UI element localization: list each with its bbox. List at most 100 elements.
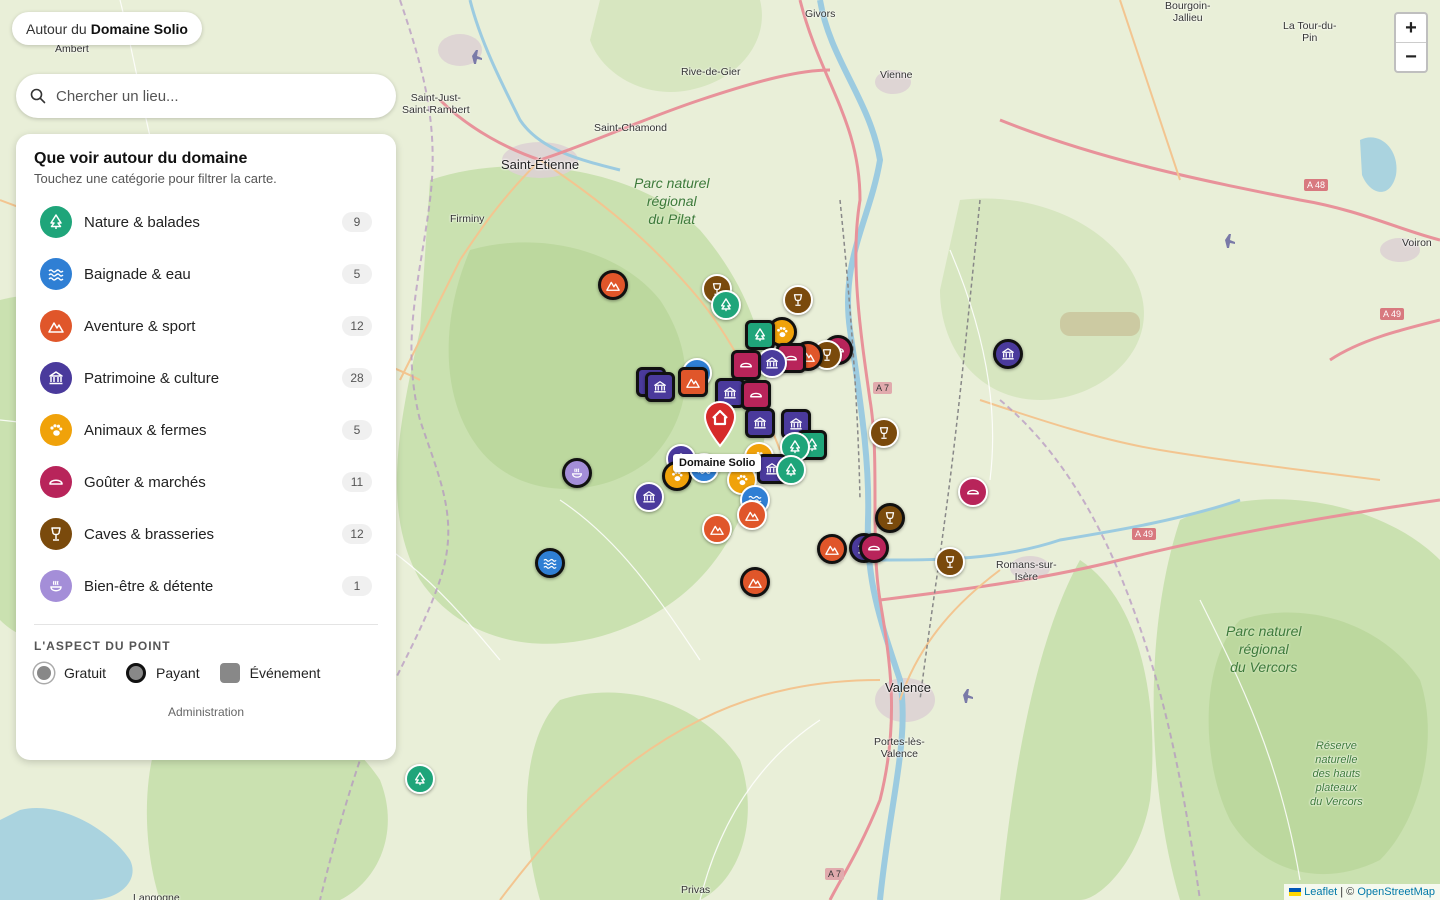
category-museum[interactable]: Patrimoine & culture 28 xyxy=(34,352,378,404)
poi-marker-mountain[interactable] xyxy=(736,499,767,530)
poi-marker-tree[interactable] xyxy=(745,319,776,350)
osm-link[interactable]: OpenStreetMap xyxy=(1357,886,1435,898)
glass-icon xyxy=(793,293,802,306)
legend-free-swatch xyxy=(34,663,54,683)
zoom-out-button[interactable]: − xyxy=(1396,42,1426,71)
leaflet-link[interactable]: Leaflet xyxy=(1304,886,1337,898)
site-title-prefix: Autour du xyxy=(26,20,87,37)
category-label: Animaux & fermes xyxy=(84,421,207,439)
category-spa[interactable]: Bien-être & détente 1 xyxy=(34,560,378,612)
site-title-name: Domaine Solio xyxy=(90,20,188,37)
category-tree[interactable]: Nature & balades 9 xyxy=(34,196,378,248)
category-label: Baignade & eau xyxy=(84,265,191,283)
ukraine-flag-icon xyxy=(1289,888,1302,897)
poi-marker-bowl[interactable] xyxy=(741,380,771,411)
place-label: Romans-sur- Isère xyxy=(996,559,1057,583)
waves-icon xyxy=(48,269,64,281)
paw-icon xyxy=(777,327,788,338)
legend-paid-label: Payant xyxy=(156,665,200,681)
category-glass[interactable]: Caves & brasseries 12 xyxy=(34,508,378,560)
panel-subtitle: Touchez une catégorie pour filtrer la ca… xyxy=(34,171,277,186)
poi-marker-museum[interactable] xyxy=(756,347,787,378)
glass-icon xyxy=(880,426,889,439)
place-label: Rive-de-Gier xyxy=(681,66,741,78)
search-icon xyxy=(30,88,46,104)
mountain-icon xyxy=(606,282,621,292)
admin-link[interactable]: Administration xyxy=(34,705,378,719)
legend: Gratuit Payant Événement xyxy=(34,663,378,683)
place-label: Saint-Just- Saint-Rambert xyxy=(402,92,470,116)
bowl-icon xyxy=(868,545,881,551)
site-title: Autour du Domaine Solio xyxy=(12,12,202,45)
category-label: Goûter & marchés xyxy=(84,473,206,491)
poi-marker-museum[interactable] xyxy=(993,338,1023,369)
category-paw[interactable]: Animaux & fermes 5 xyxy=(34,404,378,456)
category-label: Aventure & sport xyxy=(84,317,196,335)
search-bar[interactable] xyxy=(16,74,396,118)
legend-title: L'ASPECT DU POINT xyxy=(34,639,171,653)
legend-paid-swatch xyxy=(126,663,147,683)
zoom-in-button[interactable]: + xyxy=(1396,14,1426,42)
place-label: Givors xyxy=(805,8,836,20)
poi-marker-tree[interactable] xyxy=(710,290,741,321)
legend-event-label: Événement xyxy=(249,665,321,681)
glass-icon xyxy=(51,527,61,541)
park-label: Parc naturel régional du Pilat xyxy=(634,175,710,227)
category-waves[interactable]: Baignade & eau 5 xyxy=(34,248,378,300)
mountain-icon xyxy=(744,511,759,521)
place-label: Saint-Étienne xyxy=(501,157,580,172)
mountain-icon xyxy=(685,378,700,388)
road-shield: A 48 xyxy=(1304,179,1329,191)
category-count: 11 xyxy=(342,472,372,492)
spa-icon xyxy=(50,580,62,592)
poi-marker-museum[interactable] xyxy=(745,408,776,438)
glass-icon xyxy=(885,512,895,525)
category-icon-badge xyxy=(40,518,72,550)
legend-event-swatch xyxy=(219,663,240,683)
mountain-icon xyxy=(48,322,64,333)
attribution-separator: | © xyxy=(1337,886,1358,898)
category-icon-badge xyxy=(40,310,72,342)
tree-icon xyxy=(50,214,62,229)
divider xyxy=(34,624,378,625)
road-shield: A 7 xyxy=(825,868,845,880)
place-label: Portes-lès- Valence xyxy=(874,736,925,760)
category-icon-badge xyxy=(40,466,72,498)
category-icon-badge xyxy=(40,206,72,238)
category-icon-badge xyxy=(40,414,72,446)
legend-paid: Payant xyxy=(126,663,200,683)
category-count: 5 xyxy=(342,264,372,284)
place-label: Voiron xyxy=(1402,237,1432,249)
legend-event: Événement xyxy=(219,663,321,683)
mountain-icon xyxy=(710,525,724,536)
search-input[interactable] xyxy=(54,86,378,106)
category-mountain[interactable]: Aventure & sport 12 xyxy=(34,300,378,352)
poi-marker-bowl[interactable] xyxy=(859,533,890,564)
home-marker-icon[interactable] xyxy=(703,400,737,448)
poi-marker-bowl[interactable] xyxy=(730,350,761,381)
road-shield: A 49 xyxy=(1380,308,1405,320)
museum-icon xyxy=(653,381,666,393)
poi-marker-glass[interactable] xyxy=(782,284,813,315)
poi-marker-mountain[interactable] xyxy=(677,366,708,397)
poi-marker-glass[interactable] xyxy=(935,546,966,577)
category-count: 5 xyxy=(342,420,372,440)
tree-icon xyxy=(720,298,731,312)
poi-marker-museum[interactable] xyxy=(644,372,675,402)
place-label: Firminy xyxy=(450,213,485,225)
poi-marker-tree[interactable] xyxy=(775,454,806,485)
category-label: Patrimoine & culture xyxy=(84,369,220,387)
category-bowl[interactable]: Goûter & marchés 11 xyxy=(34,456,378,508)
legend-free: Gratuit xyxy=(34,663,106,683)
tree-icon xyxy=(789,440,800,454)
museum-icon xyxy=(754,417,767,429)
poi-marker-mountain[interactable] xyxy=(739,567,770,598)
mountain-icon xyxy=(825,545,840,555)
tree-icon xyxy=(415,772,426,786)
place-label: La Tour-du- Pin xyxy=(1283,20,1337,44)
reserve-label: Réserve naturelle des hauts plateaux du … xyxy=(1310,740,1363,808)
category-label: Nature & balades xyxy=(84,213,200,231)
tree-icon xyxy=(755,328,766,341)
park-label: Parc naturel régional du Vercors xyxy=(1226,623,1302,675)
poi-marker-glass[interactable] xyxy=(869,417,900,448)
